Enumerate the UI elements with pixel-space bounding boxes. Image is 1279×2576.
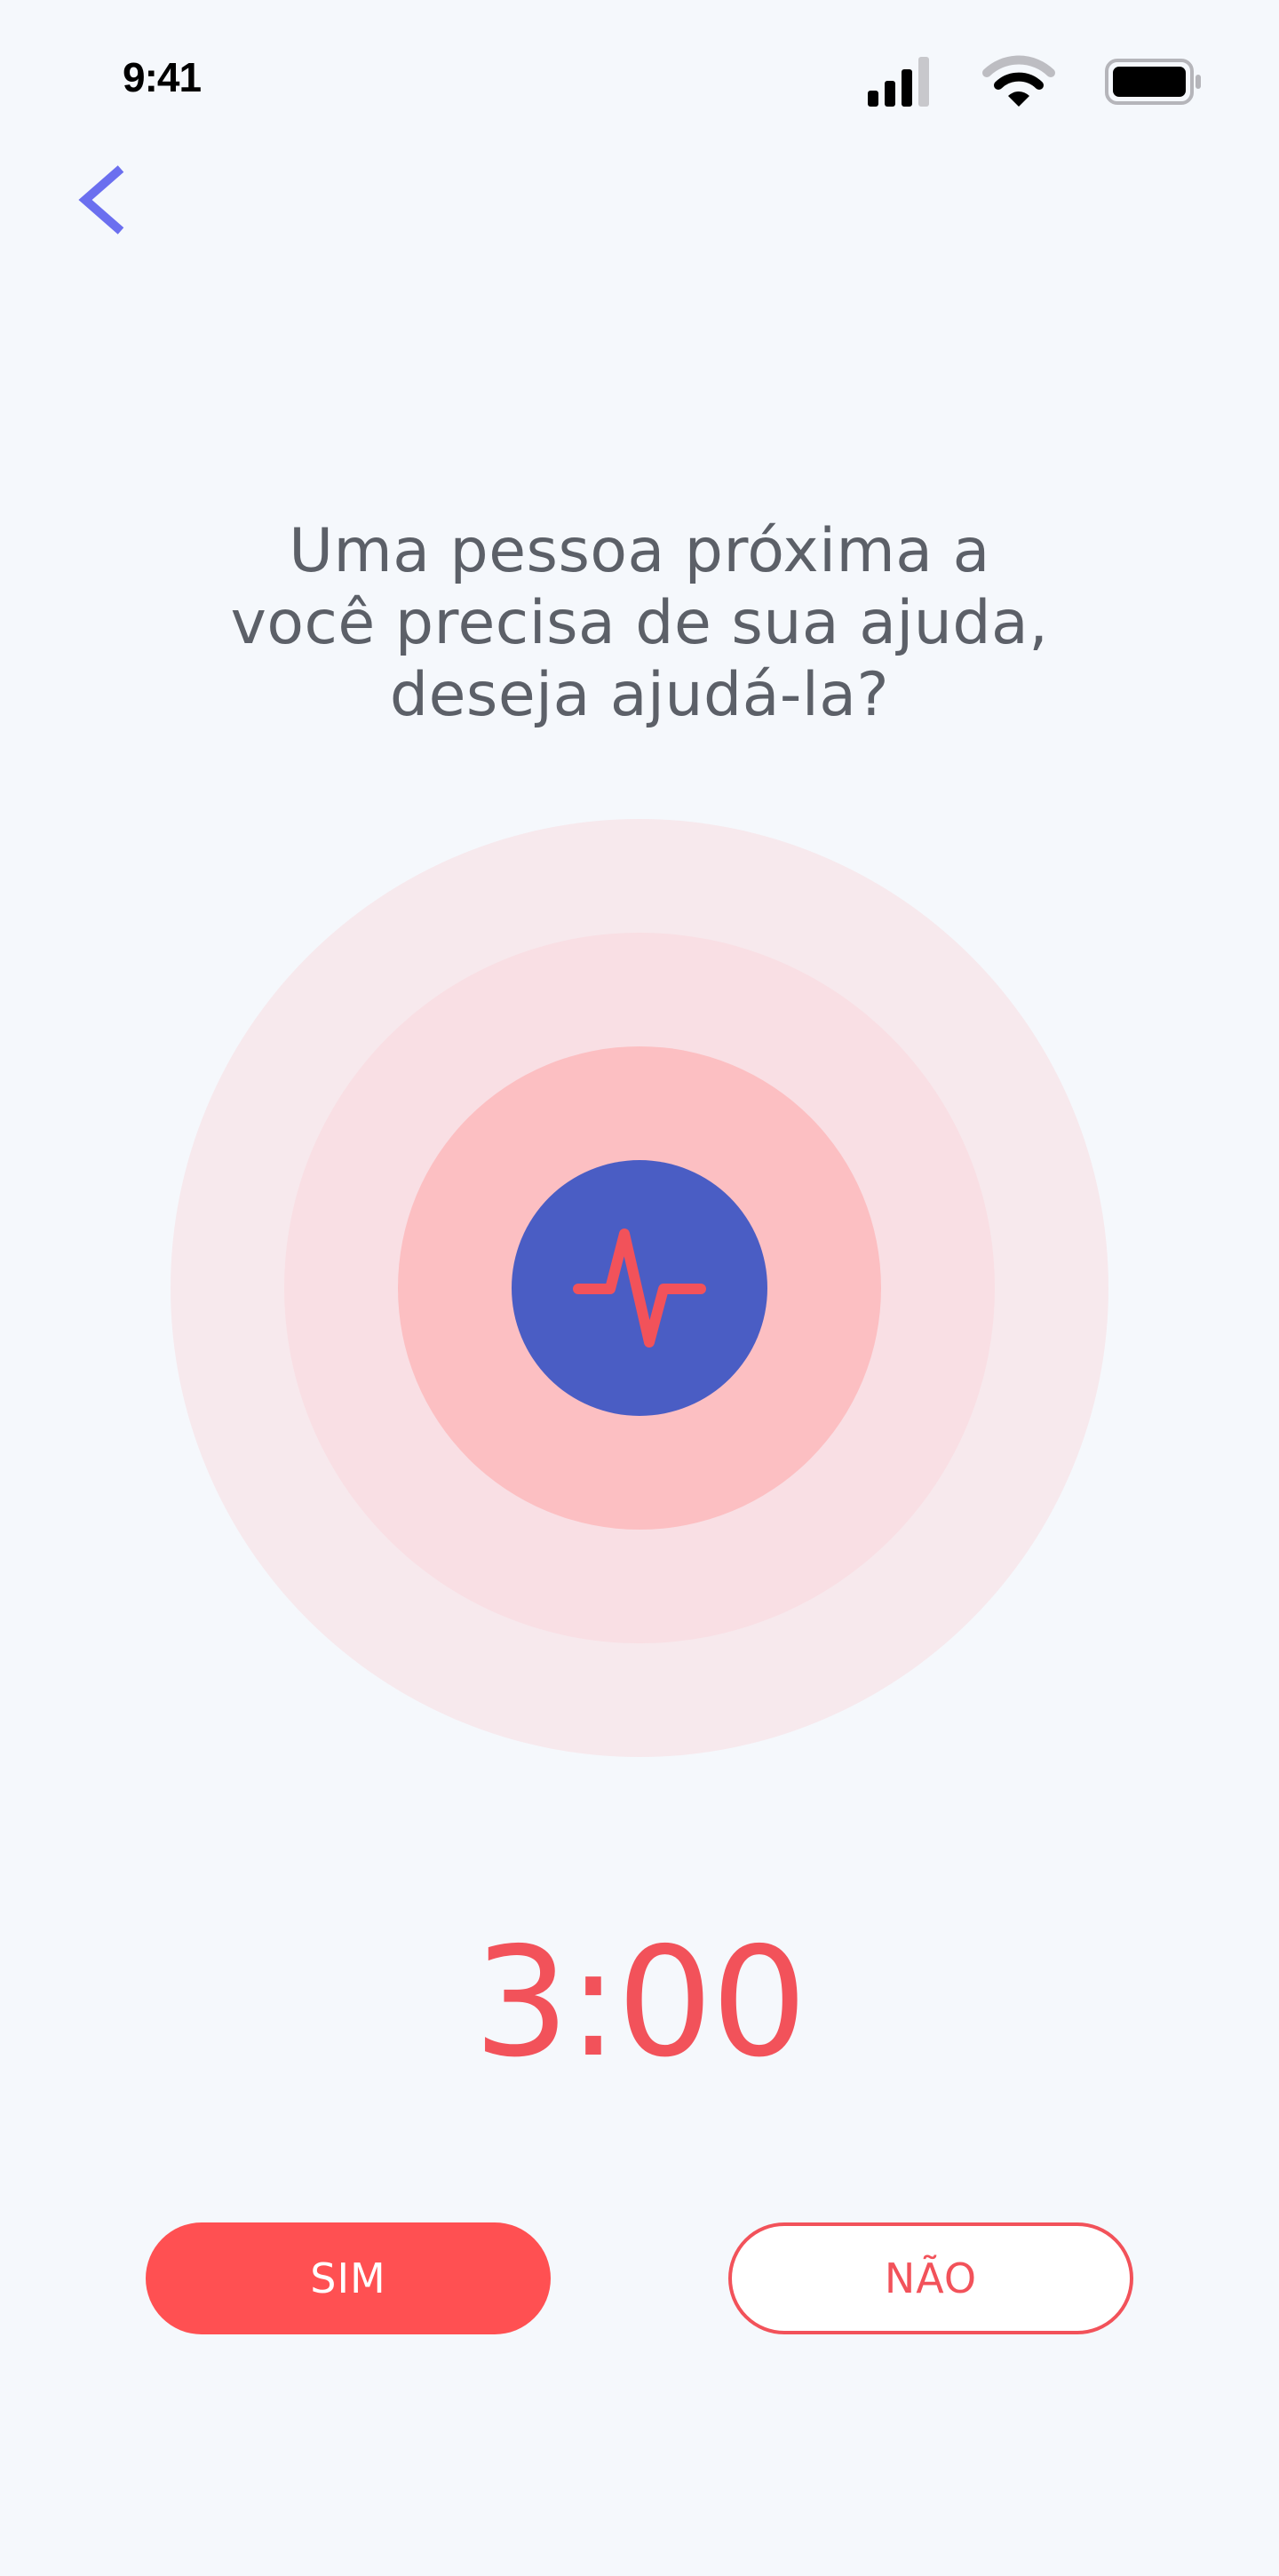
status-time: 9:41 [123, 54, 202, 100]
no-button[interactable]: NÃO [728, 2222, 1133, 2334]
status-bar: 9:41 [0, 0, 1279, 151]
cellular-signal-icon [868, 57, 929, 107]
countdown-timer: 3:00 [473, 1915, 807, 2091]
inner-ring [398, 1046, 881, 1530]
middle-ring [284, 933, 995, 1643]
help-request-question: Uma pessoa próxima a você precisa de sua… [195, 515, 1084, 731]
pulse-rings [0, 0, 1279, 2576]
yes-button[interactable]: SIM [146, 2222, 551, 2334]
activity-pulse-icon [573, 1228, 706, 1348]
question-line: Uma pessoa próxima a [289, 516, 990, 586]
question-line: deseja ajudá-la? [389, 660, 890, 730]
pulse-core [512, 1160, 767, 1416]
wifi-icon [982, 55, 1055, 107]
chevron-left-icon [78, 165, 124, 235]
outer-ring [171, 819, 1108, 1757]
back-button[interactable] [71, 151, 151, 249]
question-line: você precisa de sua ajuda, [230, 588, 1049, 658]
battery-icon [1105, 59, 1201, 105]
